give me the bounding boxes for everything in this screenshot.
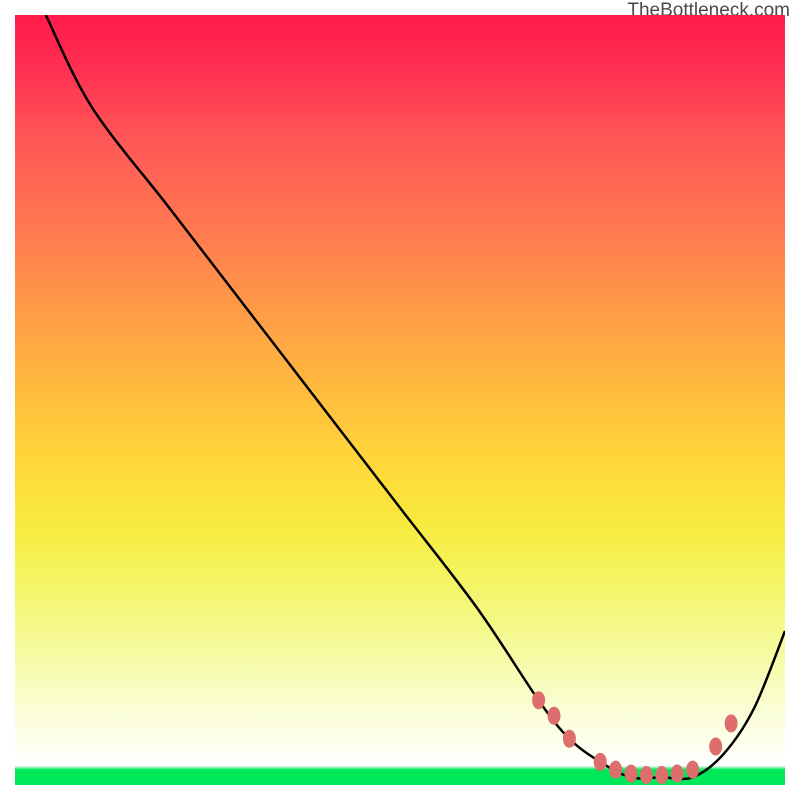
minimum-marker xyxy=(709,738,722,756)
minimum-marker xyxy=(548,707,561,725)
minimum-marker xyxy=(655,766,668,784)
minimum-marker xyxy=(671,764,684,782)
minimum-marker xyxy=(640,766,653,784)
minimum-marker xyxy=(625,764,638,782)
minimum-marker xyxy=(563,730,576,748)
chart-plot-area xyxy=(15,15,785,785)
minimum-marker xyxy=(609,761,622,779)
minimum-marker xyxy=(686,761,699,779)
bottleneck-curve-path xyxy=(46,15,785,779)
minimum-marker xyxy=(594,753,607,771)
minimum-marker xyxy=(532,691,545,709)
bottleneck-curve-svg xyxy=(15,15,785,785)
minimum-marker xyxy=(725,714,738,732)
